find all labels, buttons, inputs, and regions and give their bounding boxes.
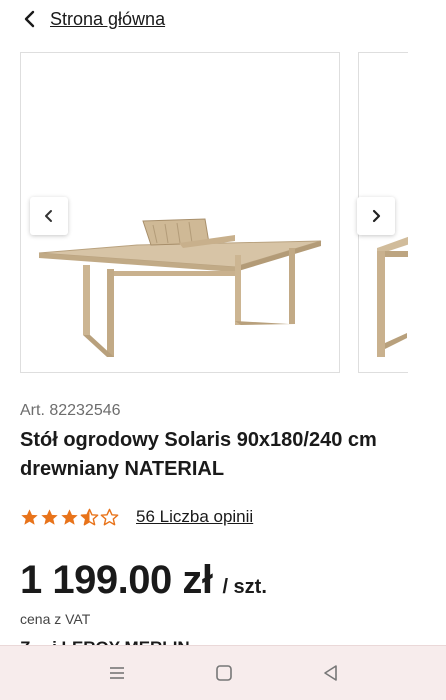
star-filled-icon	[41, 508, 58, 525]
carousel-prev-button[interactable]	[30, 197, 68, 235]
top-bar: Strona główna	[0, 0, 446, 40]
vat-note: cena z VAT	[20, 611, 91, 627]
price-unit: / szt.	[222, 576, 267, 598]
star-empty-icon	[100, 508, 119, 525]
product-image[interactable]	[20, 52, 340, 373]
system-navigation-bar	[0, 645, 446, 700]
chevron-left-icon[interactable]	[20, 9, 40, 29]
product-price: 1 199.00 zł	[20, 558, 213, 602]
article-number: Art. 82232546	[20, 402, 121, 419]
star-half-icon	[80, 508, 99, 525]
chevron-right-icon	[372, 209, 381, 223]
star-filled-icon	[61, 508, 78, 525]
recents-icon[interactable]	[107, 663, 127, 683]
table-illustration	[38, 218, 322, 357]
home-icon[interactable]	[214, 663, 234, 683]
rating-stars	[20, 508, 119, 527]
star-filled-icon	[21, 508, 38, 525]
back-to-home-link[interactable]: Strona główna	[50, 9, 165, 30]
rating-row: 56 Liczba opinii	[20, 507, 253, 527]
chevron-left-icon	[45, 210, 52, 222]
price-row: 1 199.00 zł / szt.	[20, 558, 267, 603]
reviews-link[interactable]: 56 Liczba opinii	[136, 507, 253, 527]
back-triangle-icon[interactable]	[321, 663, 341, 683]
product-title: Stół ogrodowy Solaris 90x180/240 cm drew…	[20, 429, 377, 480]
carousel-next-button[interactable]	[357, 197, 395, 235]
